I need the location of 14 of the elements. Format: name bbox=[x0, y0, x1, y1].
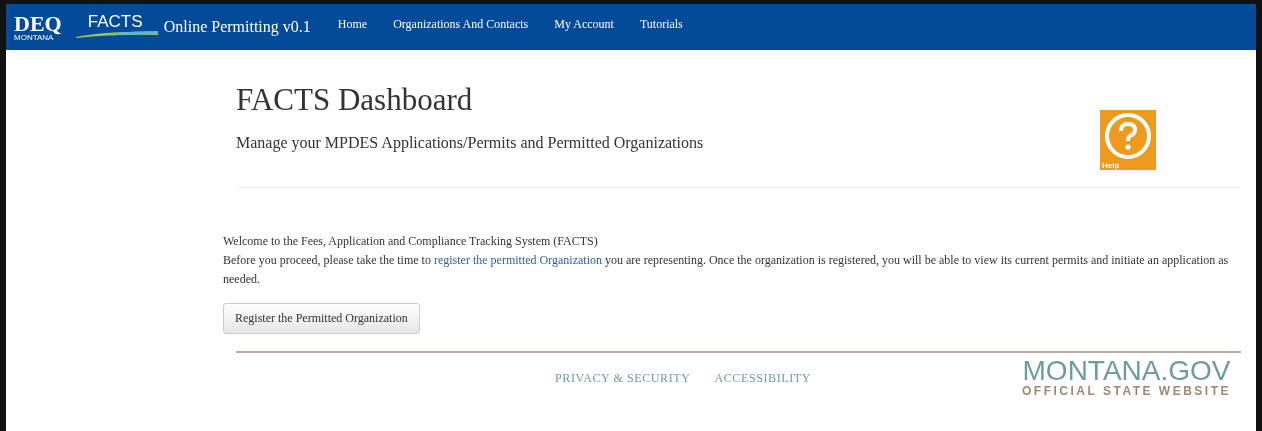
question-icon bbox=[1103, 112, 1153, 160]
page-title: FACTS Dashboard bbox=[236, 82, 474, 118]
facts-logo: FACTS bbox=[75, 12, 158, 38]
page-subtitle: Manage your MPDES Applications/Permits and Permitted Organizations bbox=[236, 134, 704, 152]
register-button[interactable]: Register the Permitted Organization bbox=[223, 303, 420, 334]
welcome-text: Welcome to the Fees, Application and Compliance Tracking System (FACTS) bbox=[223, 233, 599, 250]
app-title: Online Permitting v0.1 bbox=[163, 18, 311, 36]
instruction-text: Before you proceed, please take the time to register the permitted Organization you are representing. Once the organization is registered, you will be able to view its current permits and initiate an application as needed. bbox=[223, 252, 1230, 288]
deq-logo: DEQ MONTANA bbox=[14, 12, 62, 42]
nav-link[interactable]: Home bbox=[337, 16, 368, 32]
nav-link[interactable]: My Account bbox=[554, 16, 614, 32]
nav-link[interactable]: Tutorials bbox=[639, 16, 683, 32]
register-link[interactable]: register the permitted Organization bbox=[433, 253, 602, 267]
nav-link[interactable]: Organizations And Contacts bbox=[393, 16, 529, 32]
